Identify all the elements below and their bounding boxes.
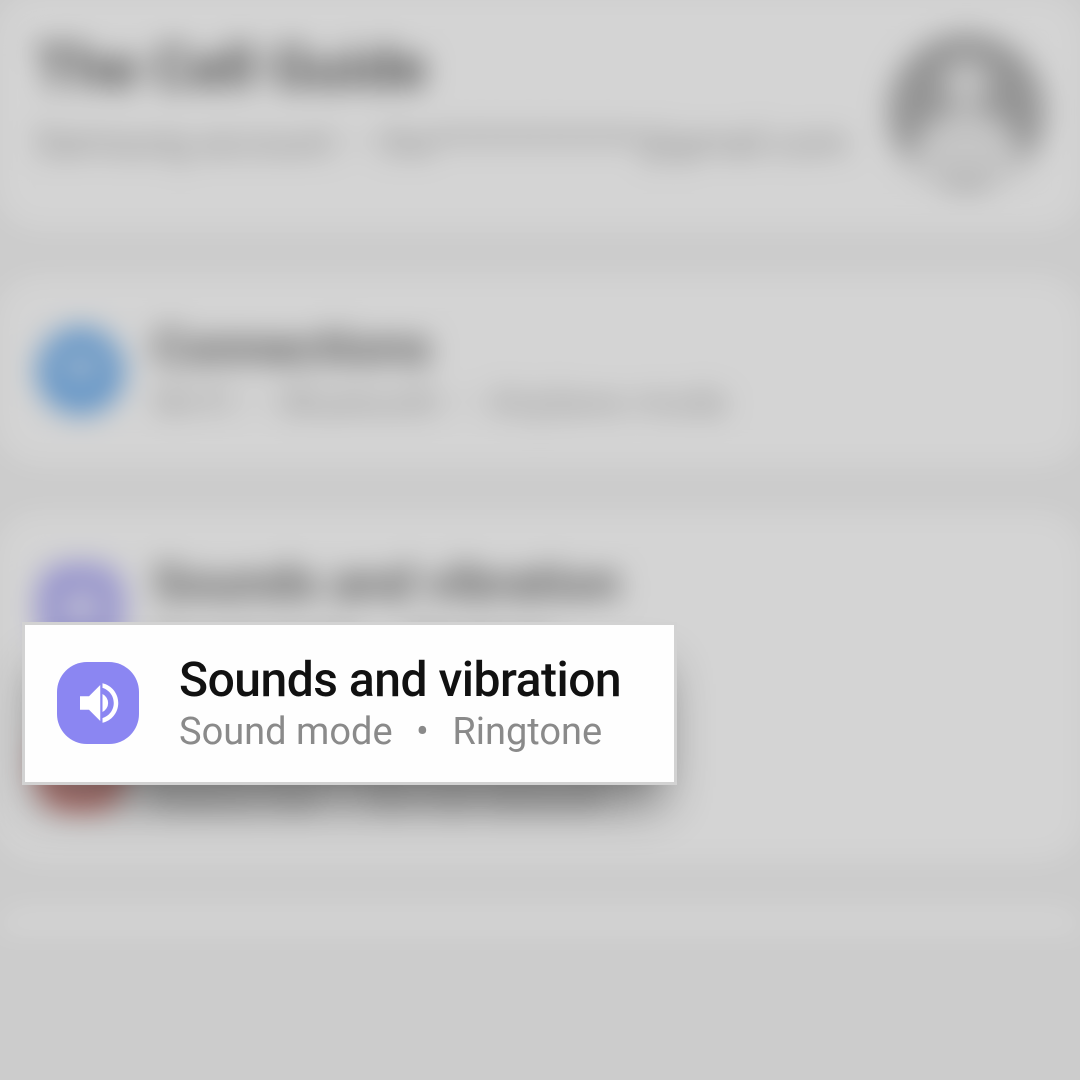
next-card-peek	[0, 908, 1080, 935]
account-card[interactable]: The Cell Guide Samsung account • the****…	[0, 0, 1080, 229]
settings-item-connections[interactable]: Connections Wi-Fi • Bluetooth • Airplane…	[6, 291, 1073, 451]
sounds-text: Sounds and vibration Sound mode • Ringto…	[179, 651, 621, 754]
wifi-icon	[37, 327, 124, 414]
settings-item-sounds-and-vibration[interactable]: Sounds and vibration Sound mode • Ringto…	[22, 622, 677, 785]
connections-text: Connections Wi-Fi • Bluetooth • Airplane…	[153, 318, 728, 424]
account-subtitle: Samsung account • the*************@gmail…	[35, 118, 863, 168]
account-info: The Cell Guide Samsung account • the****…	[35, 33, 863, 168]
connections-title: Connections	[153, 318, 728, 377]
connections-subtitle: Wi-Fi • Bluetooth • Airplane mode	[153, 380, 728, 423]
sounds-subtitle: Sound mode • Ringtone	[179, 710, 621, 754]
sounds-title: Sounds and vibration	[179, 651, 621, 708]
connections-card: Connections Wi-Fi • Bluetooth • Airplane…	[0, 276, 1080, 464]
account-name: The Cell Guide	[35, 33, 863, 103]
profile-avatar-icon[interactable]	[888, 33, 1045, 190]
settings-background: The Cell Guide Samsung account • the****…	[0, 0, 1080, 1080]
speaker-icon	[57, 662, 139, 744]
